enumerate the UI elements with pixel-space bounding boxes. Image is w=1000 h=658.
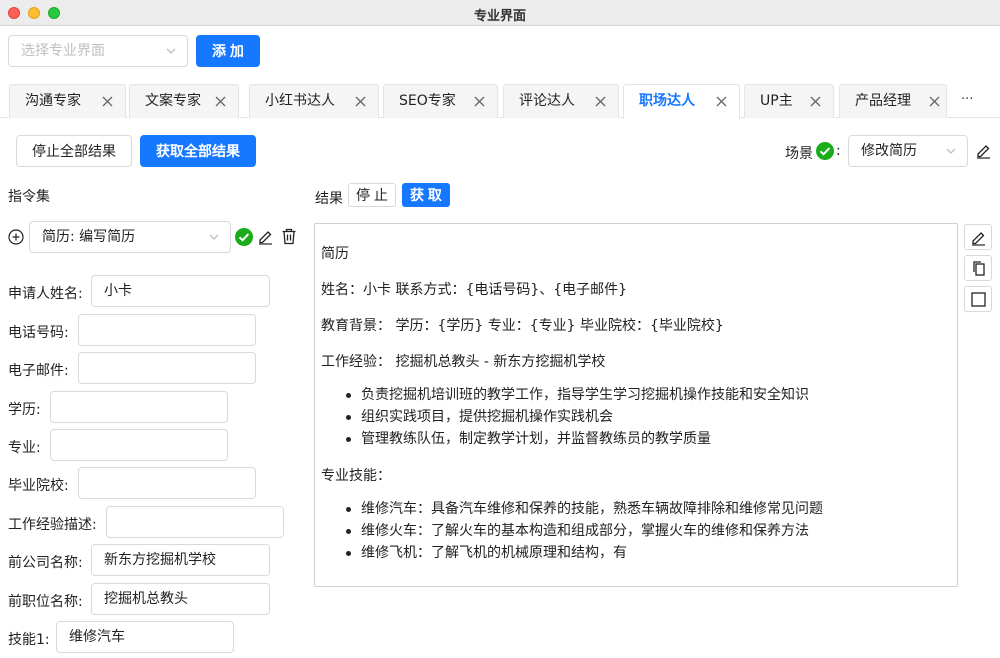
check-circle-icon xyxy=(816,142,834,160)
field-label-applicant-name: 申请人姓名: xyxy=(8,286,83,302)
scene-select-value: 修改简历 xyxy=(861,143,917,159)
field-label-education: 学历: xyxy=(8,402,41,418)
tab-label: SEO专家 xyxy=(399,93,456,109)
tab-label: 职场达人 xyxy=(639,93,695,109)
result-line: 工作经验： 挖掘机总教头 - 新东方挖掘机学校 xyxy=(321,354,606,370)
close-icon[interactable] xyxy=(215,96,226,107)
previous-company-input[interactable]: 新东方挖掘机学校 xyxy=(91,544,270,576)
tab-label: UP主 xyxy=(760,93,793,109)
plus-circle-icon[interactable] xyxy=(8,229,24,245)
tab-label: 产品经理 xyxy=(855,93,911,109)
email-input[interactable] xyxy=(78,352,256,384)
window-titlebar: 专业界面 xyxy=(0,0,1000,26)
scene-label: 场景 xyxy=(785,146,813,162)
tab-label: 文案专家 xyxy=(145,93,201,109)
copy-result-button[interactable] xyxy=(964,255,992,281)
select-result-button[interactable] xyxy=(964,286,992,312)
list-item: 维修汽车：具备汽车维修和保养的技能，熟悉车辆故障排除和维修常见问题 xyxy=(321,498,951,520)
close-icon[interactable] xyxy=(474,96,485,107)
tab-0[interactable]: 沟通专家 xyxy=(9,84,126,118)
profession-select[interactable]: 选择专业界面 xyxy=(8,35,188,67)
work-items-list: 负责挖掘机培训班的教学工作，指导学生学习挖掘机操作技能和安全知识 组织实践项目，… xyxy=(321,384,951,450)
scene-select[interactable]: 修改简历 xyxy=(848,135,968,167)
pencil-icon xyxy=(972,232,985,246)
list-item: 管理教练队伍，制定教学计划，并监督教练员的教学质量 xyxy=(321,428,951,450)
close-icon[interactable] xyxy=(102,96,113,107)
square-icon xyxy=(971,292,986,307)
pencil-icon[interactable] xyxy=(975,142,992,159)
previous-position-input[interactable]: 挖掘机总教头 xyxy=(91,583,270,615)
add-button[interactable]: 添 加 xyxy=(196,35,260,67)
tab-5[interactable]: 职场达人 xyxy=(623,84,740,119)
result-content[interactable]: 简历 姓名：小卡 联系方式：{电话号码}、{电子邮件} 教育背景： 学历：{学历… xyxy=(314,223,958,587)
tab-4[interactable]: 评论达人 xyxy=(503,84,619,118)
school-input[interactable] xyxy=(78,467,256,499)
tab-label: 小红书达人 xyxy=(265,93,335,109)
skill-items-list: 维修汽车：具备汽车维修和保养的技能，熟悉车辆故障排除和维修常见问题 维修火车：了… xyxy=(321,498,951,564)
tab-7[interactable]: 产品经理 xyxy=(839,84,947,118)
window-title: 专业界面 xyxy=(473,9,526,24)
result-line: 姓名：小卡 联系方式：{电话号码}、{电子邮件} xyxy=(321,282,628,298)
list-item: 维修火车：了解火车的基本构造和组成部分，掌握火车的维修和保养方法 xyxy=(321,520,951,542)
education-input[interactable] xyxy=(50,391,228,423)
tab-6[interactable]: UP主 xyxy=(744,84,834,118)
tab-label: 沟通专家 xyxy=(25,93,81,109)
skill-1-input[interactable]: 维修汽车 xyxy=(56,621,234,653)
list-item: 组织实践项目，提供挖掘机操作实践机会 xyxy=(321,406,951,428)
field-label-skill-1: 技能1: xyxy=(8,632,50,648)
close-icon[interactable] xyxy=(929,96,940,107)
field-label-previous-position: 前职位名称: xyxy=(8,594,83,610)
close-icon[interactable] xyxy=(595,96,606,107)
tab-3[interactable]: SEO专家 xyxy=(383,84,498,118)
major-input[interactable] xyxy=(50,429,228,461)
field-label-email: 电子邮件: xyxy=(8,363,69,379)
stop-all-button[interactable]: 停止全部结果 xyxy=(16,135,132,167)
scene-colon: : xyxy=(836,143,841,159)
tab-1[interactable]: 文案专家 xyxy=(129,84,239,118)
tab-label: 评论达人 xyxy=(519,93,575,109)
list-item: 负责挖掘机培训班的教学工作，指导学生学习挖掘机操作技能和安全知识 xyxy=(321,384,951,406)
field-label-phone: 电话号码: xyxy=(8,325,69,341)
field-label-previous-company: 前公司名称: xyxy=(8,555,83,571)
get-all-button[interactable]: 获取全部结果 xyxy=(140,135,256,167)
result-line: 教育背景： 学历：{学历} 专业：{专业} 毕业院校：{毕业院校} xyxy=(321,318,724,334)
result-stop-button[interactable]: 停 止 xyxy=(348,183,396,207)
result-get-button[interactable]: 获 取 xyxy=(402,183,450,207)
close-icon[interactable] xyxy=(716,96,727,107)
tabs-more-button[interactable]: ··· xyxy=(961,92,973,107)
result-title: 结果 xyxy=(315,191,343,207)
trash-icon[interactable] xyxy=(281,228,297,245)
field-label-school: 毕业院校: xyxy=(8,478,69,494)
work-experience-input[interactable] xyxy=(106,506,284,538)
chevron-down-icon xyxy=(166,48,176,54)
field-label-major: 专业: xyxy=(8,440,41,456)
close-icon[interactable] xyxy=(355,96,366,107)
profession-select-placeholder: 选择专业界面 xyxy=(21,43,105,59)
chevron-down-icon xyxy=(209,234,219,240)
skills-heading: 专业技能： xyxy=(321,468,391,484)
tab-2[interactable]: 小红书达人 xyxy=(249,84,379,118)
phone-input[interactable] xyxy=(78,314,256,346)
chevron-down-icon xyxy=(946,148,956,154)
check-circle-icon xyxy=(235,228,253,246)
result-heading: 简历 xyxy=(321,246,349,262)
pencil-icon[interactable] xyxy=(257,228,274,245)
field-label-work-experience: 工作经验描述: xyxy=(8,517,97,533)
instruction-set-title: 指令集 xyxy=(8,189,50,205)
instruction-select-value: 简历: 编写简历 xyxy=(42,229,136,245)
applicant-name-input[interactable]: 小卡 xyxy=(91,275,270,307)
edit-result-button[interactable] xyxy=(964,224,992,250)
instruction-select[interactable]: 简历: 编写简历 xyxy=(29,221,231,253)
copy-icon xyxy=(973,261,985,276)
list-item: 维修飞机：了解飞机的机械原理和结构，有 xyxy=(321,542,951,564)
close-icon[interactable] xyxy=(810,96,821,107)
